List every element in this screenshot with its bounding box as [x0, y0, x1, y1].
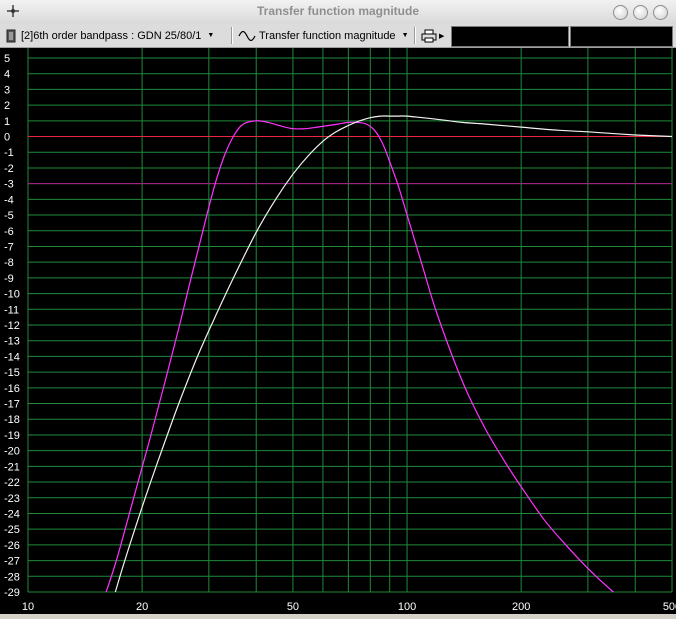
- view-select-label: Transfer function magnitude: [259, 29, 396, 42]
- y-tick-label: -8: [4, 257, 14, 269]
- y-tick-label: -28: [4, 571, 20, 583]
- y-tick-label: -14: [4, 351, 20, 363]
- y-tick-label: -7: [4, 241, 14, 253]
- y-tick-label: -25: [4, 524, 20, 536]
- caret-right-icon: ▶: [439, 32, 445, 40]
- magnitude-chart[interactable]: 543210-1-2-3-4-5-6-7-8-9-10-11-12-13-14-…: [0, 48, 676, 614]
- y-tick-label: -4: [4, 194, 14, 206]
- x-tick-label: 500: [663, 601, 676, 613]
- y-tick-label: -11: [4, 304, 19, 316]
- y-tick-label: -2: [4, 163, 14, 175]
- y-tick-label: -23: [4, 493, 20, 505]
- y-tick-label: -21: [4, 461, 20, 473]
- y-tick-label: -17: [4, 399, 20, 411]
- speaker-icon: [6, 29, 16, 42]
- design-select[interactable]: [2]6th order bandpass : GDN 25/80/1 ▼: [6, 26, 228, 45]
- y-tick-label: 1: [4, 116, 10, 128]
- y-tick-label: -24: [4, 508, 20, 520]
- plot-area[interactable]: 5 4 3 2 1 0 -1 -2 -3 -4 -5 -6 -7 -8 -9 -10 -11 -12 -13 -14-…: [0, 48, 676, 614]
- y-tick-label: 0: [4, 132, 10, 144]
- minimize-button[interactable]: [613, 5, 628, 20]
- x-tick-label: 50: [287, 601, 299, 613]
- y-tick-label: -1: [4, 147, 14, 159]
- sine-wave-icon: [238, 30, 256, 41]
- y-tick-label: -6: [4, 226, 14, 238]
- x-tick-label: 20: [136, 601, 148, 613]
- x-tick-label: 100: [398, 601, 416, 613]
- y-tick-label: -15: [4, 367, 20, 379]
- view-select[interactable]: Transfer function magnitude ▼: [238, 26, 410, 45]
- y-tick-label: -5: [4, 210, 14, 222]
- chevron-down-icon: ▼: [401, 32, 409, 39]
- y-tick-label: -19: [4, 430, 20, 442]
- y-tick-label: -16: [4, 383, 20, 395]
- toolbar-separator: [231, 27, 233, 44]
- x-tick-label: 200: [512, 601, 530, 613]
- readout-field-2: [570, 26, 673, 47]
- readout-field-1: [451, 26, 569, 47]
- print-button[interactable]: ▶: [421, 26, 447, 45]
- printer-icon: [421, 29, 437, 42]
- y-tick-label: -29: [4, 587, 20, 599]
- y-tick-label: -27: [4, 556, 20, 568]
- toolbar-separator: [414, 27, 416, 44]
- y-tick-label: -12: [4, 320, 20, 332]
- y-tick-label: -22: [4, 477, 20, 489]
- y-tick-label: 4: [4, 69, 10, 81]
- y-tick-label: -9: [4, 273, 14, 285]
- y-tick-label: 2: [4, 100, 10, 112]
- y-tick-label: -18: [4, 414, 20, 426]
- title-bar: Transfer function magnitude: [0, 0, 676, 25]
- window-title: Transfer function magnitude: [256, 4, 419, 18]
- design-select-label: [2]6th order bandpass : GDN 25/80/1: [21, 29, 202, 42]
- y-tick-label: -13: [4, 336, 20, 348]
- y-tick-label: 5: [4, 53, 10, 65]
- close-button[interactable]: [653, 5, 668, 20]
- y-tick-label: 3: [4, 84, 10, 96]
- maximize-button[interactable]: [633, 5, 648, 20]
- y-tick-label: -10: [4, 289, 20, 301]
- chevron-down-icon: ▼: [207, 32, 215, 39]
- y-tick-label: -20: [4, 446, 20, 458]
- y-tick-label: -3: [4, 179, 14, 191]
- x-tick-label: 10: [22, 601, 34, 613]
- y-tick-label: -26: [4, 540, 20, 552]
